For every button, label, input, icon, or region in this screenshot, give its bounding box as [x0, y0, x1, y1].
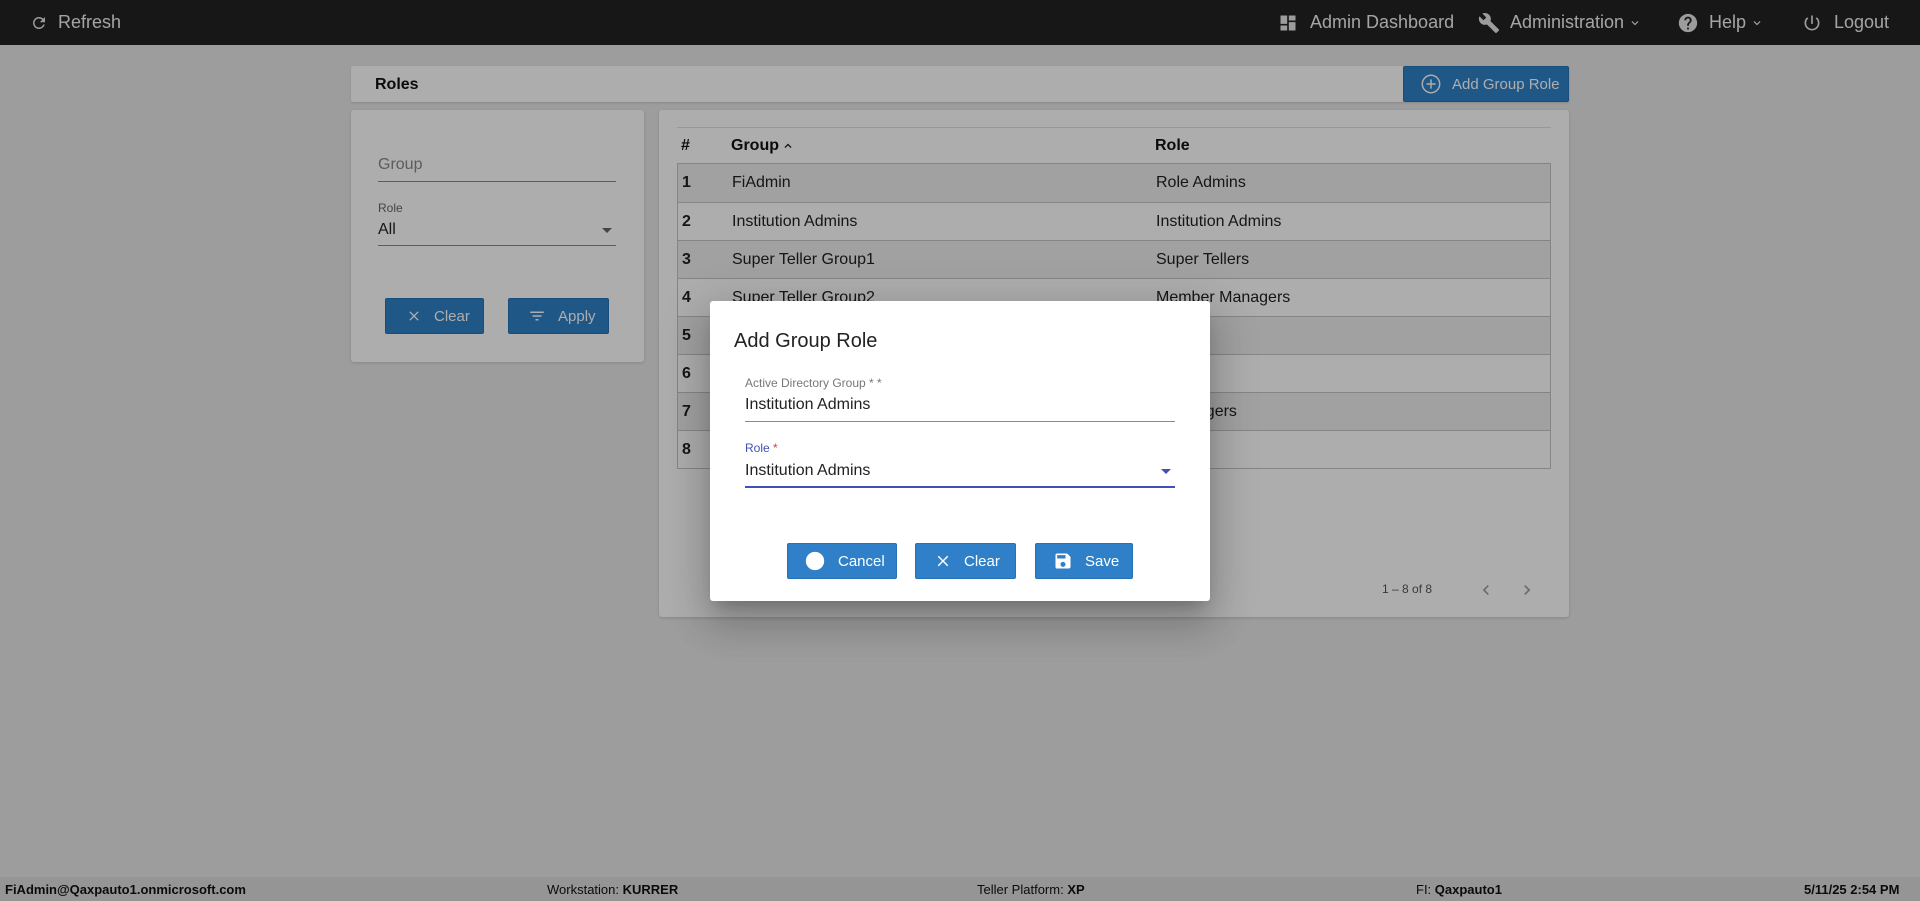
block-icon	[805, 551, 825, 571]
dialog-save-label: Save	[1085, 552, 1120, 570]
role-select-value: Institution Admins	[745, 462, 871, 479]
ad-group-label: Active Directory Group * *	[745, 376, 882, 390]
dialog-title: Add Group Role	[734, 330, 878, 352]
dropdown-arrow-icon	[1161, 469, 1171, 474]
dialog-cancel-label: Cancel	[838, 552, 885, 570]
dialog-cancel-button[interactable]: Cancel	[787, 543, 897, 579]
ad-group-label-text: Active Directory Group *	[745, 376, 878, 390]
dialog-save-button[interactable]: Save	[1035, 543, 1133, 579]
role-label-text: Role	[745, 441, 774, 455]
ad-group-input[interactable]: Institution Admins	[745, 392, 1175, 422]
close-icon	[937, 555, 949, 567]
ad-group-value: Institution Admins	[745, 396, 871, 413]
add-group-role-dialog: Add Group Role Active Directory Group * …	[710, 301, 1210, 601]
dialog-clear-label: Clear	[964, 552, 1000, 570]
ad-group-required-mark: *	[877, 376, 882, 390]
role-select[interactable]: Institution Admins	[745, 456, 1175, 488]
dialog-clear-button[interactable]: Clear	[915, 543, 1016, 579]
role-required-mark: *	[773, 441, 778, 455]
save-icon	[1055, 553, 1071, 569]
role-label: Role *	[745, 441, 778, 455]
